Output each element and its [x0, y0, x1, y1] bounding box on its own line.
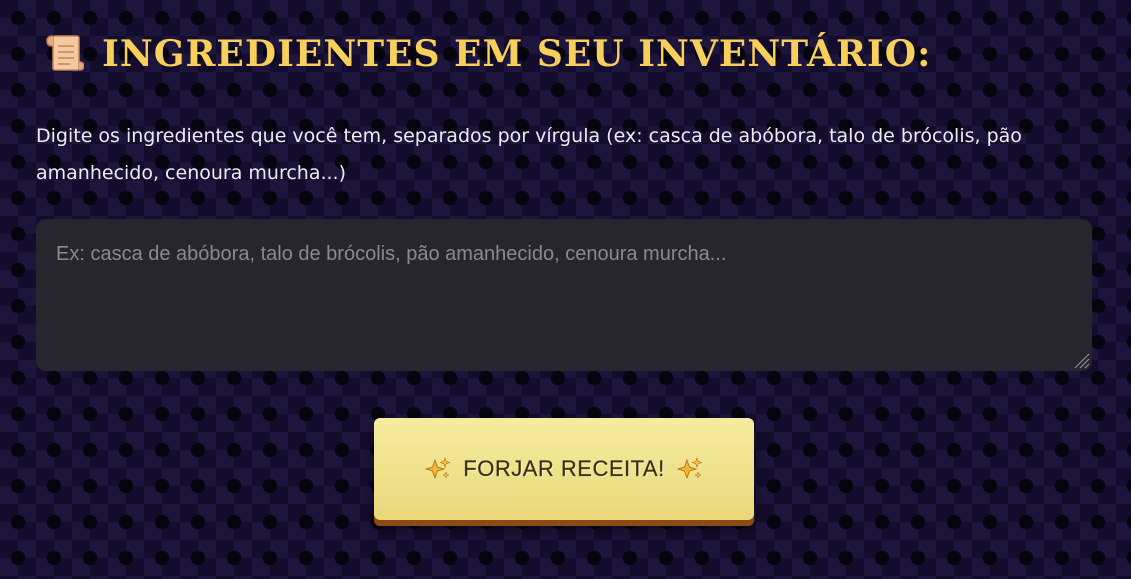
forge-recipe-button[interactable]: FORJAR RECEITA! [374, 418, 754, 520]
resize-handle-icon[interactable] [1070, 349, 1090, 369]
sparkles-icon [676, 456, 703, 482]
scroll-icon [44, 32, 85, 76]
ingredients-input[interactable] [36, 219, 1092, 371]
ingredients-field [36, 219, 1092, 371]
section-heading: INGREDIENTES EM SEU INVENTÁRIO: [44, 30, 931, 78]
forge-recipe-label: FORJAR RECEITA! [463, 456, 665, 481]
instructions-text: Digite os ingredientes que você tem, sep… [36, 125, 1022, 184]
section-title: INGREDIENTES EM SEU INVENTÁRIO: [102, 33, 932, 75]
sparkles-icon [424, 456, 451, 482]
